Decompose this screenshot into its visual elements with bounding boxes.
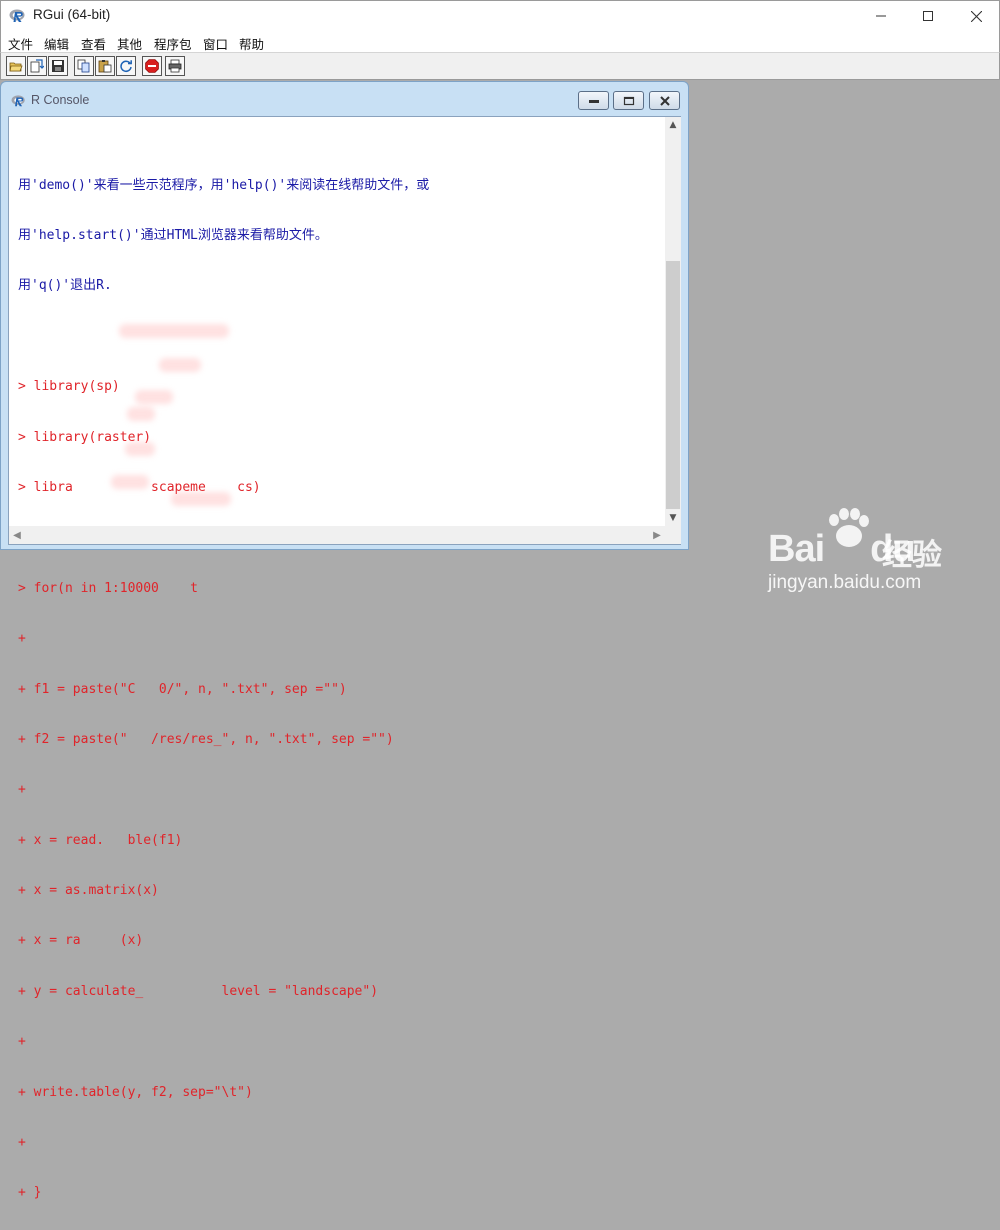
input-line: + }	[18, 1185, 42, 1201]
rgui-app: RGui (64-bit) 文件 编辑 查看 其他 程序包 窗口 帮助 R Co…	[0, 0, 1000, 1200]
input-line: > library(sp)	[18, 379, 120, 395]
menu-packages[interactable]: 程序包	[154, 34, 192, 53]
minimize-button[interactable]	[858, 1, 904, 31]
vertical-scroll-thumb[interactable]	[666, 261, 680, 509]
vertical-scrollbar[interactable]: ▲ ▼	[665, 117, 681, 526]
r-logo-icon	[9, 9, 25, 22]
output-line: 用'help.start()'通过HTML浏览器来看帮助文件。	[18, 227, 328, 243]
console-minimize-button[interactable]	[578, 91, 609, 110]
baidu-paw-icon	[829, 508, 869, 547]
output-line: 用'q()'退出R.	[18, 278, 112, 294]
redaction-blur	[119, 324, 229, 338]
maximize-icon	[923, 11, 933, 21]
close-icon	[659, 95, 670, 106]
watermark-url: jingyan.baidu.com	[768, 572, 922, 593]
watermark-jingyan: 经验	[882, 538, 942, 573]
input-line: + f1 = paste("C 0/", n, ".txt", sep ="")	[18, 681, 347, 697]
print-button[interactable]	[165, 56, 185, 76]
input-line: + y = calculate_ level = "landscape")	[18, 983, 379, 999]
load-workspace-icon	[30, 59, 44, 73]
horizontal-scrollbar[interactable]: ◀ ▶	[9, 526, 665, 544]
console-text-area[interactable]: 用'demo()'来看一些示范程序，用'help()'来阅读在线帮助文件，或 用…	[8, 116, 681, 1200]
input-line: + write.table(y, f2, sep="\t")	[18, 1084, 253, 1100]
menu-bar: 文件 编辑 查看 其他 程序包 窗口 帮助	[0, 31, 1000, 52]
output-line: 用'demo()'来看一些示范程序，用'help()'来阅读在线帮助文件，或	[18, 177, 430, 193]
console-close-button[interactable]	[649, 91, 680, 110]
toolbar	[0, 52, 1000, 80]
input-line: > library(raster)	[18, 429, 152, 445]
menu-file[interactable]: 文件	[8, 34, 33, 53]
scroll-up-arrow-icon[interactable]: ▲	[665, 117, 681, 133]
input-line: +	[18, 1135, 26, 1151]
console-maximize-button[interactable]	[613, 91, 644, 110]
input-line: + f2 = paste(" /res/res_", n, ".txt", se…	[18, 731, 394, 747]
baidu-jingyan-watermark: Bai du 经验 jingyan.baidu.com	[760, 508, 970, 598]
input-line: +	[18, 1034, 26, 1050]
redaction-blur	[159, 358, 201, 372]
menu-windows[interactable]: 窗口	[203, 34, 228, 53]
folder-open-icon	[9, 62, 23, 72]
menu-misc[interactable]: 其他	[117, 34, 142, 53]
console-title-bar[interactable]: R Console	[1, 82, 688, 116]
close-button[interactable]	[953, 1, 999, 31]
r-console-window: R Console 用'demo()'来看一些示范程序，用'help()'来阅读…	[0, 81, 689, 1200]
maximize-icon	[623, 96, 634, 105]
window-title: RGui (64-bit)	[33, 7, 111, 22]
menu-help[interactable]: 帮助	[239, 34, 264, 53]
stop-button[interactable]	[142, 56, 162, 76]
printer-icon	[168, 59, 182, 73]
r-logo-icon	[11, 95, 25, 107]
input-line: + x = read. ble(f1)	[18, 832, 183, 848]
input-line: +	[18, 631, 26, 647]
paste-button[interactable]	[95, 56, 115, 76]
stop-icon	[145, 59, 159, 73]
maximize-button[interactable]	[905, 1, 951, 31]
close-icon	[970, 10, 982, 22]
input-line: + x = as.matrix(x)	[18, 883, 159, 899]
redaction-blur	[171, 492, 231, 506]
menu-view[interactable]: 查看	[81, 34, 106, 53]
console-output: 用'demo()'来看一些示范程序，用'help()'来阅读在线帮助文件，或 用…	[18, 144, 658, 1230]
scroll-right-arrow-icon[interactable]: ▶	[649, 526, 665, 544]
minimize-icon	[588, 99, 599, 103]
title-bar: RGui (64-bit)	[0, 0, 1000, 31]
console-title: R Console	[31, 93, 90, 107]
copy-icon	[77, 59, 90, 73]
scroll-left-arrow-icon[interactable]: ◀	[9, 526, 25, 544]
paste-icon	[98, 60, 112, 73]
open-script-button[interactable]	[6, 56, 26, 76]
input-line: + x = ra (x)	[18, 933, 144, 949]
load-workspace-button[interactable]	[27, 56, 47, 76]
watermark-logo-part-1: Bai	[768, 528, 825, 570]
input-line: +	[18, 782, 26, 798]
menu-edit[interactable]: 编辑	[44, 34, 69, 53]
scroll-down-arrow-icon[interactable]: ▼	[665, 510, 681, 526]
refresh-icon	[120, 60, 132, 73]
copy-paste-button[interactable]	[116, 56, 136, 76]
copy-button[interactable]	[74, 56, 94, 76]
redaction-blur	[127, 407, 155, 421]
minimize-icon	[876, 15, 886, 17]
redaction-blur	[111, 475, 149, 489]
input-line: > for(n in 1:10000 t	[18, 580, 199, 596]
save-workspace-button[interactable]	[48, 56, 68, 76]
redaction-blur	[125, 442, 155, 456]
redaction-blur	[135, 390, 173, 404]
save-icon	[52, 60, 64, 72]
scrollbar-corner	[665, 526, 681, 544]
